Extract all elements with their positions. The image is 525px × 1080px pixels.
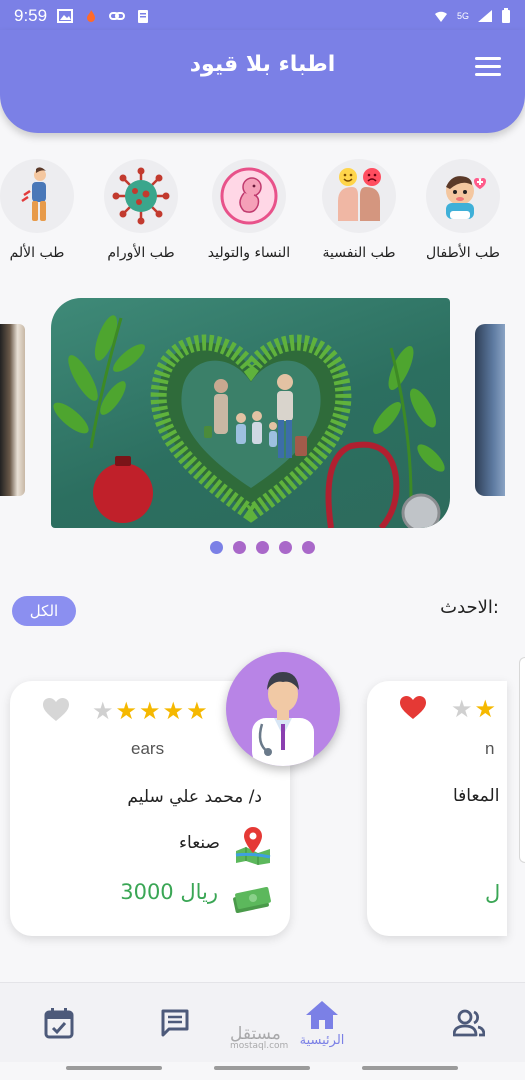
fetus-icon [212, 159, 286, 233]
doctor-price: 3000 ريال [120, 880, 218, 904]
menu-icon-line [475, 73, 501, 76]
doctor-name: المعافا [453, 786, 500, 806]
app-header: اطباء بلا قيود [0, 30, 525, 133]
doctor-card[interactable]: ★ ★ n المعافا ل [367, 681, 507, 936]
carousel-dots [0, 541, 525, 554]
app-screen: 9:59 5G اطباء بلا قيود طب الأطفال طب الن… [0, 0, 525, 1080]
doctor-specialty: n [485, 739, 495, 758]
clipboard-icon [138, 10, 149, 23]
map-location-icon [235, 827, 271, 865]
system-nav-recents[interactable] [362, 1066, 458, 1070]
doctor-icon [252, 672, 314, 766]
battery-icon [502, 8, 510, 23]
nav-home-label: الرئيسية [299, 1032, 345, 1048]
star-icon: ★ [186, 697, 208, 725]
system-nav-home[interactable] [214, 1066, 310, 1070]
wifi-icon [434, 11, 447, 22]
star-icon: ★ [92, 697, 114, 725]
carousel-slide-next[interactable] [475, 324, 505, 496]
carousel-slide-current[interactable] [51, 298, 450, 528]
status-bar: 9:59 5G [0, 0, 525, 32]
watermark: مستقل mostaql.com [230, 1024, 288, 1051]
family-heart-illustration [53, 315, 445, 528]
category-pain[interactable]: طب الألم [0, 155, 92, 261]
nav-appointments[interactable] [36, 983, 82, 1063]
carousel-dot[interactable] [210, 541, 223, 554]
back-pain-icon [0, 159, 74, 233]
doctor-city: صنعاء [179, 833, 220, 853]
watermark-sub: mostaql.com [230, 1041, 289, 1051]
favorite-heart-icon[interactable] [399, 695, 427, 721]
gallery-icon [57, 9, 74, 23]
category-obstetrics[interactable]: النساء والتوليد [194, 155, 304, 261]
home-icon [306, 1000, 338, 1029]
flame-icon [87, 10, 96, 22]
banner-carousel[interactable] [0, 298, 525, 530]
nav-messages[interactable] [152, 983, 198, 1063]
rating-stars: ★ ★ ★ ★ ★ [92, 699, 208, 723]
category-label: طب الأطفال [426, 245, 500, 261]
doctor-price-partial: ل [485, 881, 501, 905]
category-label: طب النفسية [322, 245, 396, 261]
star-icon: ★ [115, 697, 138, 725]
category-psychiatry[interactable]: طب النفسية [304, 155, 414, 261]
star-icon: ★ [474, 695, 497, 723]
doctor-name-text: محمد علي سليم [127, 787, 244, 807]
status-time: 9:59 [14, 6, 48, 25]
system-nav-back[interactable] [66, 1066, 162, 1070]
category-pediatrics[interactable]: طب الأطفال [408, 155, 518, 261]
calendar-check-icon [44, 1008, 74, 1039]
carousel-dot[interactable] [256, 541, 269, 554]
latest-section-title: الاحدث: [440, 597, 499, 618]
category-label: النساء والتوليد [207, 245, 291, 261]
view-all-button[interactable]: الكل [12, 596, 76, 626]
doctor-specialty: ears [131, 739, 165, 758]
carousel-dot[interactable] [279, 541, 292, 554]
nav-doctors[interactable] [446, 983, 492, 1063]
chat-icon [161, 1009, 189, 1037]
rating-stars: ★ ★ [451, 697, 496, 721]
star-icon: ★ [162, 697, 185, 725]
carousel-slide-prev[interactable] [0, 324, 25, 496]
app-title: اطباء بلا قيود [189, 52, 336, 77]
carousel-dot[interactable] [302, 541, 315, 554]
star-icon: ★ [451, 695, 473, 723]
people-icon [453, 1009, 485, 1037]
doctor-prefix: د/ [248, 787, 262, 807]
link-icon [109, 12, 126, 20]
category-label: طب الأورام [107, 245, 175, 261]
category-oncology[interactable]: طب الأورام [86, 155, 196, 261]
money-icon [233, 887, 271, 913]
signal-icon [478, 10, 492, 22]
emotions-icon [322, 159, 396, 233]
carousel-dot[interactable] [233, 541, 246, 554]
favorite-heart-icon[interactable] [42, 697, 70, 723]
doctor-avatar[interactable] [226, 652, 340, 766]
menu-icon-line [475, 57, 501, 60]
category-list: طب الأطفال طب النفسية النساء والتوليد طب… [0, 155, 525, 275]
menu-button[interactable] [475, 57, 501, 79]
baby-icon [426, 159, 500, 233]
nav-home[interactable]: الرئيسية [282, 983, 362, 1063]
menu-icon-line [475, 65, 501, 68]
category-label: طب الألم [9, 245, 65, 261]
star-icon: ★ [139, 697, 161, 725]
virus-icon [104, 159, 178, 233]
scroll-indicator[interactable] [519, 657, 525, 863]
network-type: 5G [456, 11, 469, 21]
doctor-name: د/ محمد علي سليم [127, 787, 262, 807]
